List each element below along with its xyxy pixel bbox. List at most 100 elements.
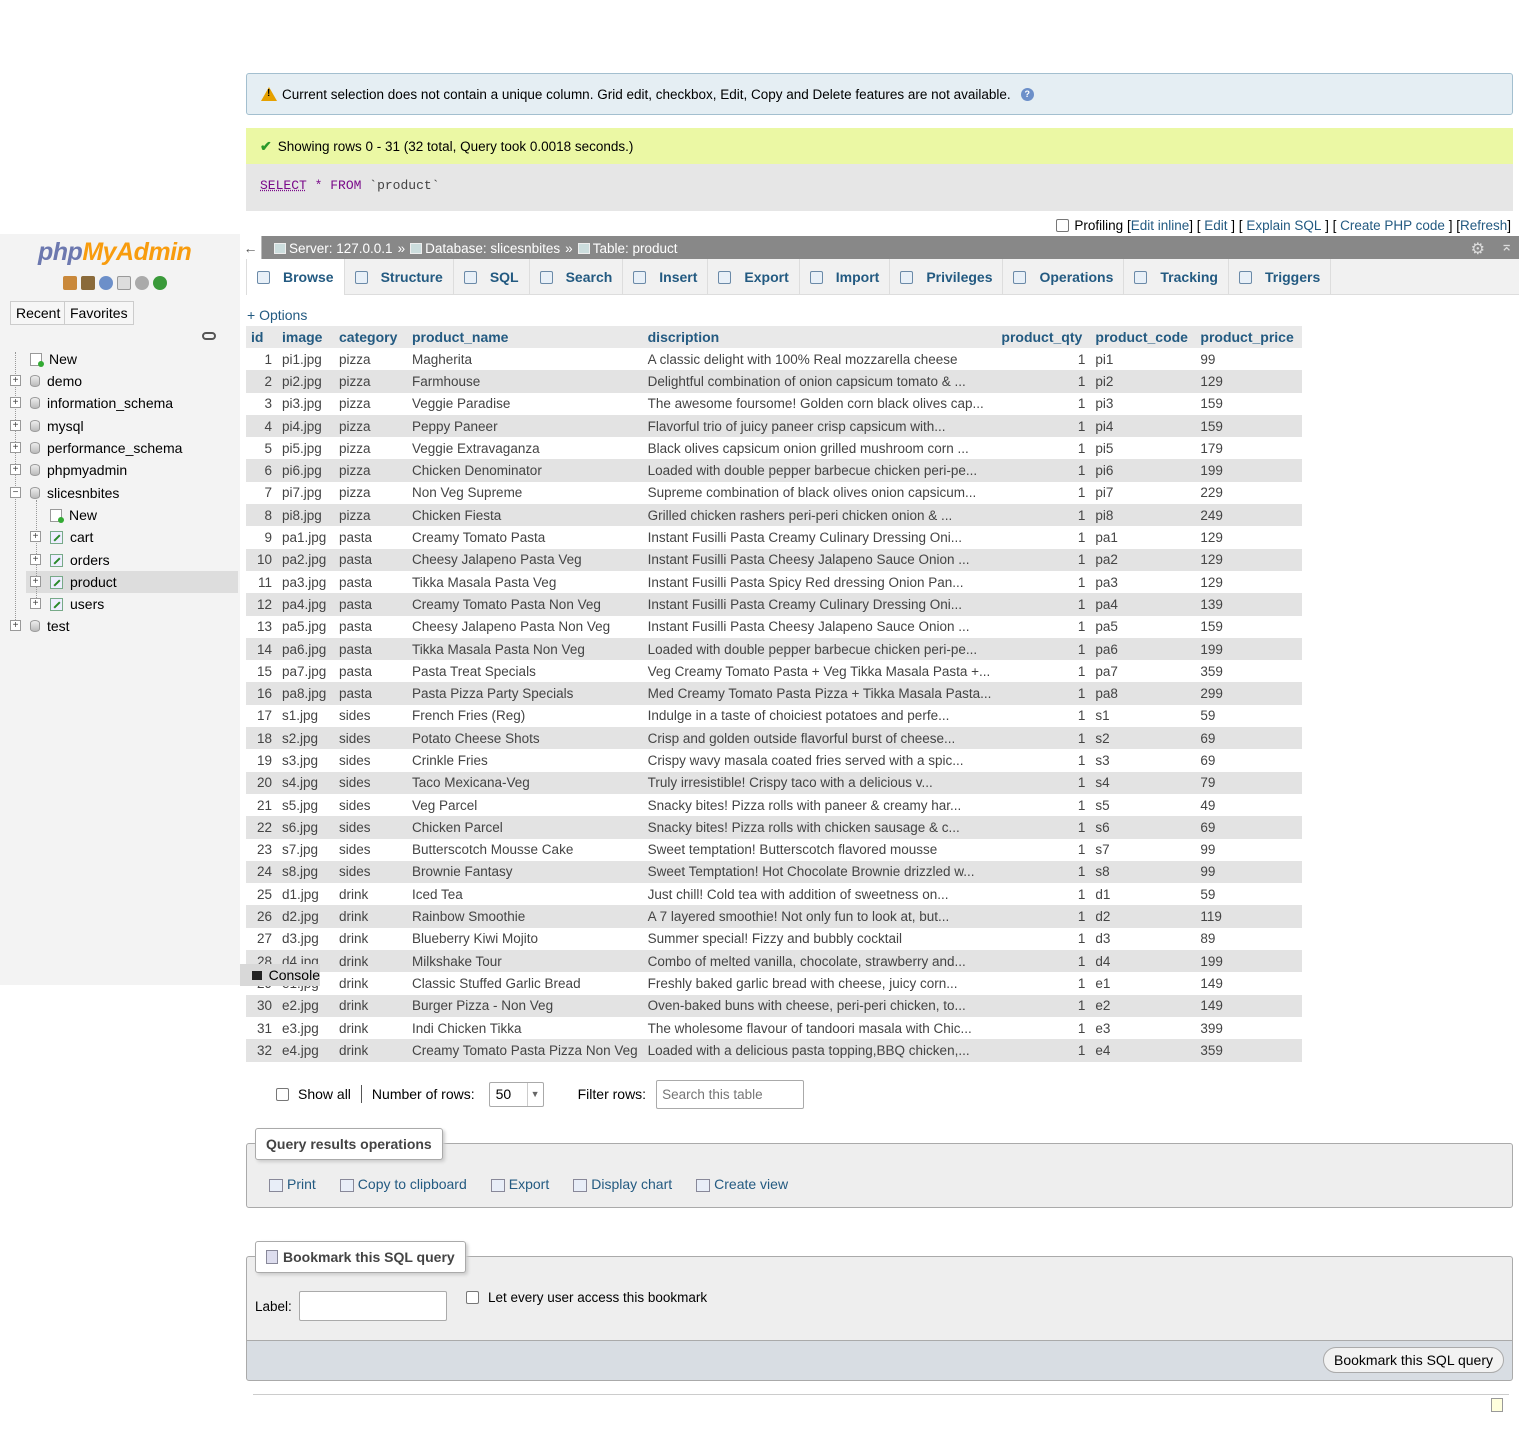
tab-export[interactable]: Export bbox=[708, 259, 800, 295]
table-cell: 179 bbox=[1195, 437, 1303, 460]
tree-item-slicesnbites[interactable]: − slicesnbites bbox=[0, 482, 119, 504]
column-header[interactable]: image bbox=[277, 326, 334, 349]
tab-sql[interactable]: SQL bbox=[454, 259, 530, 295]
phpmyadmin-logo[interactable]: phpMyAdmin bbox=[38, 238, 192, 267]
column-header[interactable]: product_price bbox=[1195, 326, 1303, 349]
sql-select-keyword[interactable]: SELECT bbox=[260, 178, 307, 193]
collapse-sidebar-icon[interactable]: ← bbox=[240, 236, 262, 260]
filter-rows-input[interactable] bbox=[656, 1079, 805, 1109]
table-cell: s3.jpg bbox=[277, 749, 334, 772]
tree-item-orders[interactable]: + orders bbox=[0, 549, 110, 571]
expand-icon[interactable]: + bbox=[10, 464, 21, 475]
bookmark-label-input[interactable] bbox=[299, 1291, 447, 1321]
column-header[interactable]: product_code bbox=[1090, 326, 1196, 349]
table-cell: 69 bbox=[1195, 727, 1303, 750]
create-php-code-link[interactable]: Create PHP code bbox=[1340, 218, 1445, 233]
create-view-link[interactable]: Create view bbox=[696, 1176, 788, 1192]
tree-item-demo[interactable]: + demo bbox=[0, 370, 82, 392]
expand-icon[interactable]: + bbox=[30, 554, 41, 565]
table-cell: s6.jpg bbox=[277, 816, 334, 839]
sql-table-name: `product` bbox=[369, 178, 440, 193]
console-toggle[interactable]: Console bbox=[240, 964, 320, 986]
expand-icon[interactable]: + bbox=[10, 397, 21, 408]
expand-icon[interactable]: + bbox=[30, 531, 41, 542]
display-chart-link[interactable]: Display chart bbox=[573, 1176, 672, 1192]
column-header[interactable]: category bbox=[334, 326, 407, 349]
expand-icon[interactable]: + bbox=[10, 375, 21, 386]
gear-icon[interactable]: ⚙ bbox=[1471, 239, 1485, 259]
tree-item-users[interactable]: + users bbox=[0, 593, 104, 615]
refresh-link[interactable]: Refresh bbox=[1460, 218, 1507, 233]
show-all-checkbox[interactable] bbox=[276, 1087, 289, 1101]
tab-privileges[interactable]: Privileges bbox=[890, 259, 1004, 295]
tab-triggers[interactable]: Triggers bbox=[1229, 259, 1332, 295]
breadcrumb-table[interactable]: Table: product bbox=[593, 241, 678, 256]
printer-icon bbox=[269, 1178, 283, 1192]
table-cell: 1 bbox=[996, 370, 1091, 393]
tree-item-cart[interactable]: + cart bbox=[0, 526, 93, 548]
profiling-checkbox[interactable] bbox=[1056, 218, 1070, 232]
tab-import[interactable]: Import bbox=[800, 259, 891, 295]
settings-icon[interactable] bbox=[135, 276, 149, 290]
table-cell: 1 bbox=[996, 1039, 1091, 1062]
tree-item-mysql[interactable]: + mysql bbox=[0, 415, 84, 437]
tab-insert[interactable]: Insert bbox=[623, 259, 709, 295]
expand-icon[interactable]: + bbox=[10, 620, 21, 631]
sql-query-box[interactable]: SELECT * FROM `product` bbox=[246, 164, 1513, 211]
table-cell: 2 bbox=[246, 370, 277, 393]
table-cell: 1 bbox=[996, 727, 1091, 750]
rows-select[interactable]: 50 ▼ bbox=[488, 1081, 544, 1107]
tab-tracking[interactable]: Tracking bbox=[1124, 259, 1229, 295]
privileges-icon bbox=[900, 270, 914, 284]
logout-icon[interactable] bbox=[81, 276, 95, 290]
options-link[interactable]: + Options bbox=[247, 307, 307, 323]
breadcrumb-database[interactable]: Database: slicesnbites bbox=[425, 241, 560, 256]
table-cell: e3.jpg bbox=[277, 1016, 334, 1040]
tree-item-test[interactable]: + test bbox=[0, 615, 70, 637]
favorites-button[interactable]: Favorites bbox=[64, 301, 134, 325]
expand-icon[interactable]: + bbox=[10, 442, 21, 453]
tree-item-information-schema[interactable]: + information_schema bbox=[0, 392, 173, 414]
table-cell: pi3 bbox=[1090, 392, 1196, 415]
export-link[interactable]: Export bbox=[490, 1176, 549, 1192]
collapse-icon[interactable]: ⌅ bbox=[1500, 237, 1513, 255]
home-icon[interactable] bbox=[63, 276, 77, 290]
expand-icon[interactable]: + bbox=[30, 576, 41, 587]
tab-operations[interactable]: Operations bbox=[1003, 259, 1125, 295]
edit-link[interactable]: Edit bbox=[1204, 218, 1227, 233]
help-icon[interactable]: ? bbox=[1020, 87, 1034, 101]
column-header[interactable]: id bbox=[246, 326, 277, 349]
expand-icon[interactable]: + bbox=[30, 598, 41, 609]
export-icon bbox=[718, 270, 732, 284]
link-icon[interactable] bbox=[202, 332, 216, 340]
breadcrumb-server[interactable]: Server: 127.0.0.1 bbox=[289, 241, 393, 256]
column-header[interactable]: discription bbox=[642, 326, 997, 349]
explain-sql-link[interactable]: Explain SQL bbox=[1246, 218, 1321, 233]
recent-button[interactable]: Recent bbox=[10, 301, 67, 325]
tab-structure[interactable]: Structure bbox=[345, 259, 454, 295]
tab-search[interactable]: Search bbox=[530, 259, 624, 295]
tree-item-phpmyadmin[interactable]: + phpmyadmin bbox=[0, 459, 127, 481]
tree-item-new-table[interactable]: New bbox=[0, 504, 97, 526]
tree-item-product[interactable]: + product bbox=[0, 571, 117, 593]
note-icon[interactable] bbox=[1491, 1398, 1503, 1412]
copy-to-clipboard-link[interactable]: Copy to clipboard bbox=[339, 1176, 467, 1192]
help-icon[interactable] bbox=[99, 276, 113, 290]
tree-item-performance-schema[interactable]: + performance_schema bbox=[0, 437, 182, 459]
docs-icon[interactable] bbox=[117, 276, 131, 290]
share-bookmark-checkbox[interactable] bbox=[466, 1291, 479, 1304]
print-link[interactable]: Print bbox=[269, 1176, 316, 1192]
table-cell: s8 bbox=[1090, 860, 1196, 884]
tab-browse[interactable]: Browse bbox=[246, 259, 345, 295]
reload-icon[interactable] bbox=[153, 276, 167, 290]
collapse-icon[interactable]: − bbox=[10, 487, 21, 498]
expand-icon[interactable]: + bbox=[10, 420, 21, 431]
table-cell: 5 bbox=[246, 437, 277, 460]
tree-item-new[interactable]: New bbox=[0, 348, 77, 370]
column-header[interactable]: product_qty bbox=[996, 326, 1091, 349]
bookmark-button[interactable]: Bookmark this SQL query bbox=[1323, 1347, 1504, 1373]
table-cell: Flavorful trio of juicy paneer crisp cap… bbox=[642, 414, 997, 438]
column-header[interactable]: product_name bbox=[407, 326, 643, 349]
edit-inline-link[interactable]: Edit inline bbox=[1131, 218, 1190, 233]
bookmark-icon bbox=[266, 1250, 278, 1264]
